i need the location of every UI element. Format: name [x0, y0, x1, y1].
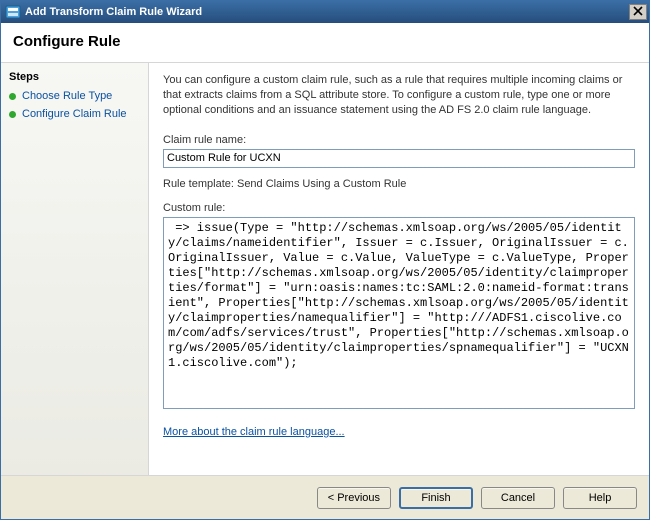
rule-template-label: Rule template: Send Claims Using a Custo… [163, 178, 635, 190]
window-title: Add Transform Claim Rule Wizard [25, 6, 629, 18]
cancel-button[interactable]: Cancel [481, 487, 555, 509]
sidebar: Steps Choose Rule Type Configure Claim R… [1, 63, 149, 475]
window-controls [629, 4, 647, 20]
finish-button[interactable]: Finish [399, 487, 473, 509]
page-title: Configure Rule [13, 33, 637, 50]
step-label: Choose Rule Type [22, 90, 112, 102]
more-about-language-link[interactable]: More about the claim rule language... [163, 426, 635, 438]
custom-rule-label: Custom rule: [163, 202, 635, 214]
titlebar: Add Transform Claim Rule Wizard [1, 1, 649, 23]
help-button[interactable]: Help [563, 487, 637, 509]
intro-text: You can configure a custom claim rule, s… [163, 73, 635, 118]
page-header: Configure Rule [1, 23, 649, 62]
claim-rule-name-input[interactable] [163, 149, 635, 168]
wizard-window: Add Transform Claim Rule Wizard Configur… [0, 0, 650, 520]
bullet-icon [9, 111, 16, 118]
previous-button[interactable]: < Previous [317, 487, 391, 509]
steps-heading: Steps [1, 69, 148, 87]
step-choose-rule-type[interactable]: Choose Rule Type [1, 87, 148, 105]
button-bar: < Previous Finish Cancel Help [1, 475, 649, 519]
main-pane: You can configure a custom claim rule, s… [149, 63, 649, 475]
close-button[interactable] [629, 4, 647, 20]
bullet-icon [9, 93, 16, 100]
claim-rule-name-label: Claim rule name: [163, 134, 635, 146]
step-label: Configure Claim Rule [22, 108, 127, 120]
step-configure-claim-rule[interactable]: Configure Claim Rule [1, 105, 148, 123]
custom-rule-textarea[interactable] [163, 217, 635, 409]
app-icon [5, 4, 21, 20]
content-area: Steps Choose Rule Type Configure Claim R… [1, 62, 649, 475]
